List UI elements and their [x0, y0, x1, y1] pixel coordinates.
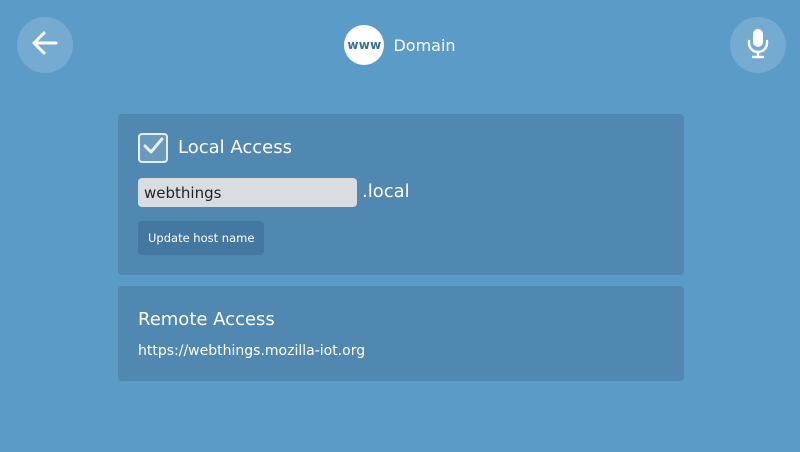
remote-access-url: https://webthings.mozilla-iot.org	[138, 343, 366, 359]
remote-access-panel: Remote Access https://webthings.mozilla-…	[118, 286, 684, 381]
remote-access-label: Remote Access	[138, 309, 275, 330]
www-icon: www	[344, 25, 385, 65]
microphone-icon	[745, 27, 771, 63]
local-access-label: Local Access	[178, 137, 292, 158]
checkmark-icon	[142, 136, 164, 160]
page-title: Domain	[393, 35, 456, 55]
www-badge-text: www	[347, 38, 382, 52]
page-header: www Domain	[0, 25, 800, 65]
local-suffix: .local	[362, 181, 410, 202]
local-access-checkbox[interactable]	[138, 133, 168, 163]
host-name-input[interactable]	[138, 178, 357, 207]
update-host-name-button[interactable]: Update host name	[138, 221, 265, 255]
local-access-panel: Local Access .local Update host name	[118, 114, 684, 275]
microphone-button[interactable]	[730, 17, 786, 73]
